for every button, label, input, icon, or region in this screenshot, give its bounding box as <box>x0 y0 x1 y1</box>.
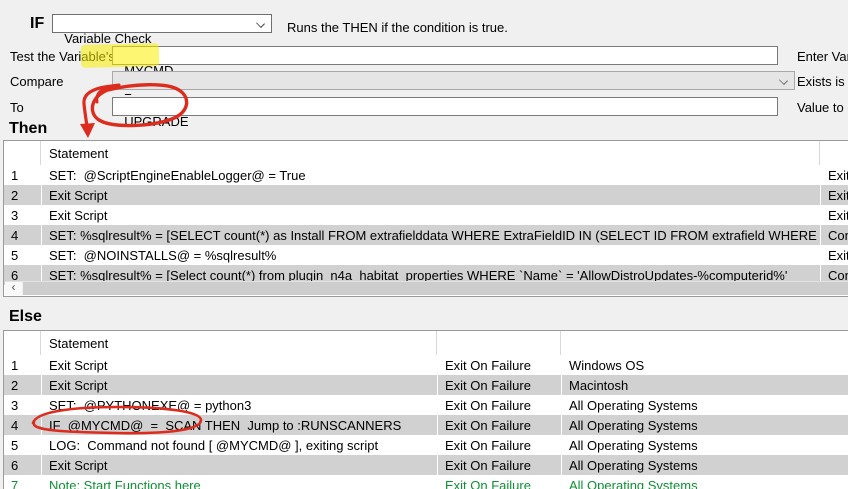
then-header-onfailure[interactable] <box>821 141 848 165</box>
row-os: All Operating Systems <box>562 415 848 435</box>
row-on-failure: Exit On Failure <box>821 165 848 185</box>
row-statement: SET: %sqlresult% = [SELECT count(*) as I… <box>42 225 820 245</box>
scroll-left-arrow-icon[interactable]: ‹ <box>5 282 22 295</box>
scrollbar-thumb[interactable] <box>23 282 848 295</box>
compare-dropdown[interactable]: = <box>112 71 795 90</box>
condition-type-value: Variable Check <box>64 31 151 46</box>
compare-label: Compare <box>10 74 63 89</box>
else-table-header: Statement <box>4 331 848 355</box>
row-statement: Note: Start Functions here <box>42 475 437 489</box>
condition-type-dropdown[interactable]: Variable Check <box>52 14 272 33</box>
row-os: All Operating Systems <box>562 475 848 489</box>
row-number: 4 <box>4 415 41 435</box>
row-os: Macintosh <box>562 375 848 395</box>
row-on-failure: Exit On Failure <box>438 355 561 375</box>
row-statement: LOG: Command not found [ @MYCMD@ ], exit… <box>42 435 437 455</box>
else-header-os[interactable] <box>562 331 848 355</box>
table-row[interactable]: 4 IF @MYCMD@ = SCAN THEN Jump to :RUNSCA… <box>4 415 848 435</box>
row-number: 2 <box>4 375 41 395</box>
row-on-failure: Exit On Failure <box>438 455 561 475</box>
row-statement: SET: @ScriptEngineEnableLogger@ = True <box>42 165 820 185</box>
row-on-failure: Exit On Failure <box>821 245 848 265</box>
compare-hint: Exists is tru <box>797 74 848 89</box>
table-row[interactable]: 1 Exit Script Exit On Failure Windows OS <box>4 355 848 375</box>
to-label: To <box>10 100 24 115</box>
chevron-down-icon <box>256 19 265 28</box>
row-on-failure: Exit On Failure <box>438 395 561 415</box>
table-row[interactable]: 2 Exit Script Exit On Failure Macintosh <box>4 375 848 395</box>
row-number: 3 <box>4 205 41 225</box>
row-on-failure: Exit On Failure <box>821 205 848 225</box>
row-statement: SET: @NOINSTALLS@ = %sqlresult% <box>42 245 820 265</box>
row-on-failure: Exit On Failure <box>438 475 561 489</box>
row-os: All Operating Systems <box>562 395 848 415</box>
then-heading: Then <box>9 120 47 138</box>
row-statement: Exit Script <box>42 355 437 375</box>
else-heading: Else <box>9 308 42 326</box>
row-os: All Operating Systems <box>562 435 848 455</box>
variable-hint: Enter Varia <box>797 49 848 64</box>
row-number: 1 <box>4 355 41 375</box>
row-number: 3 <box>4 395 41 415</box>
table-row[interactable]: 2 Exit Script Exit On Failure <box>4 185 848 205</box>
table-row[interactable]: 1 SET: @ScriptEngineEnableLogger@ = True… <box>4 165 848 185</box>
then-statement-table: Statement 1 SET: @ScriptEngineEnableLogg… <box>3 140 848 297</box>
red-arrow-annotation <box>84 86 112 126</box>
then-header-statement[interactable]: Statement <box>42 141 820 165</box>
table-row[interactable]: 7 Note: Start Functions here Exit On Fai… <box>4 475 848 489</box>
row-on-failure: Exit On Failure <box>438 435 561 455</box>
row-number: 1 <box>4 165 41 185</box>
row-os: Windows OS <box>562 355 848 375</box>
row-number: 7 <box>4 475 41 489</box>
table-row[interactable]: 5 SET: @NOINSTALLS@ = %sqlresult% Exit O… <box>4 245 848 265</box>
else-header-num <box>4 331 41 355</box>
table-row[interactable]: 3 Exit Script Exit On Failure <box>4 205 848 225</box>
row-statement: Exit Script <box>42 455 437 475</box>
row-on-failure: Exit On Failure <box>438 415 561 435</box>
variable-label: Test the Variable's <box>10 49 115 64</box>
then-header-num <box>4 141 41 165</box>
row-statement: Exit Script <box>42 205 820 225</box>
else-statement-table: Statement 1 Exit Script Exit On Failure … <box>3 330 848 489</box>
table-row[interactable]: 3 SET: @PYTHONEXE@ = python3 Exit On Fai… <box>4 395 848 415</box>
variable-input[interactable]: MYCMD <box>112 46 778 65</box>
table-row[interactable]: 4 SET: %sqlresult% = [SELECT count(*) as… <box>4 225 848 245</box>
row-on-failure: Exit On Failure <box>438 375 561 395</box>
table-row[interactable]: 5 LOG: Command not found [ @MYCMD@ ], ex… <box>4 435 848 455</box>
to-input[interactable]: UPGRADE <box>112 97 778 116</box>
then-table-header: Statement <box>4 141 848 165</box>
row-number: 6 <box>4 455 41 475</box>
row-number: 5 <box>4 245 41 265</box>
row-os: All Operating Systems <box>562 455 848 475</box>
row-statement: Exit Script <box>42 185 820 205</box>
condition-type-hint: Runs the THEN if the condition is true. <box>287 20 508 35</box>
row-on-failure: Exit On Failure <box>821 185 848 205</box>
horizontal-scrollbar[interactable]: ‹ <box>5 281 848 295</box>
row-statement: IF @MYCMD@ = SCAN THEN Jump to :RUNSCANN… <box>42 415 437 435</box>
else-header-statement[interactable]: Statement <box>42 331 437 355</box>
if-label: IF <box>30 15 44 33</box>
chevron-down-icon <box>779 76 788 85</box>
to-value: UPGRADE <box>124 114 188 129</box>
to-hint: Value to co <box>797 100 848 115</box>
row-statement: SET: @PYTHONEXE@ = python3 <box>42 395 437 415</box>
row-statement: Exit Script <box>42 375 437 395</box>
row-on-failure: Continue On Failure <box>821 225 848 245</box>
row-number: 5 <box>4 435 41 455</box>
table-row[interactable]: 6 Exit Script Exit On Failure All Operat… <box>4 455 848 475</box>
row-number: 4 <box>4 225 41 245</box>
else-header-onfailure[interactable] <box>438 331 561 355</box>
row-number: 2 <box>4 185 41 205</box>
